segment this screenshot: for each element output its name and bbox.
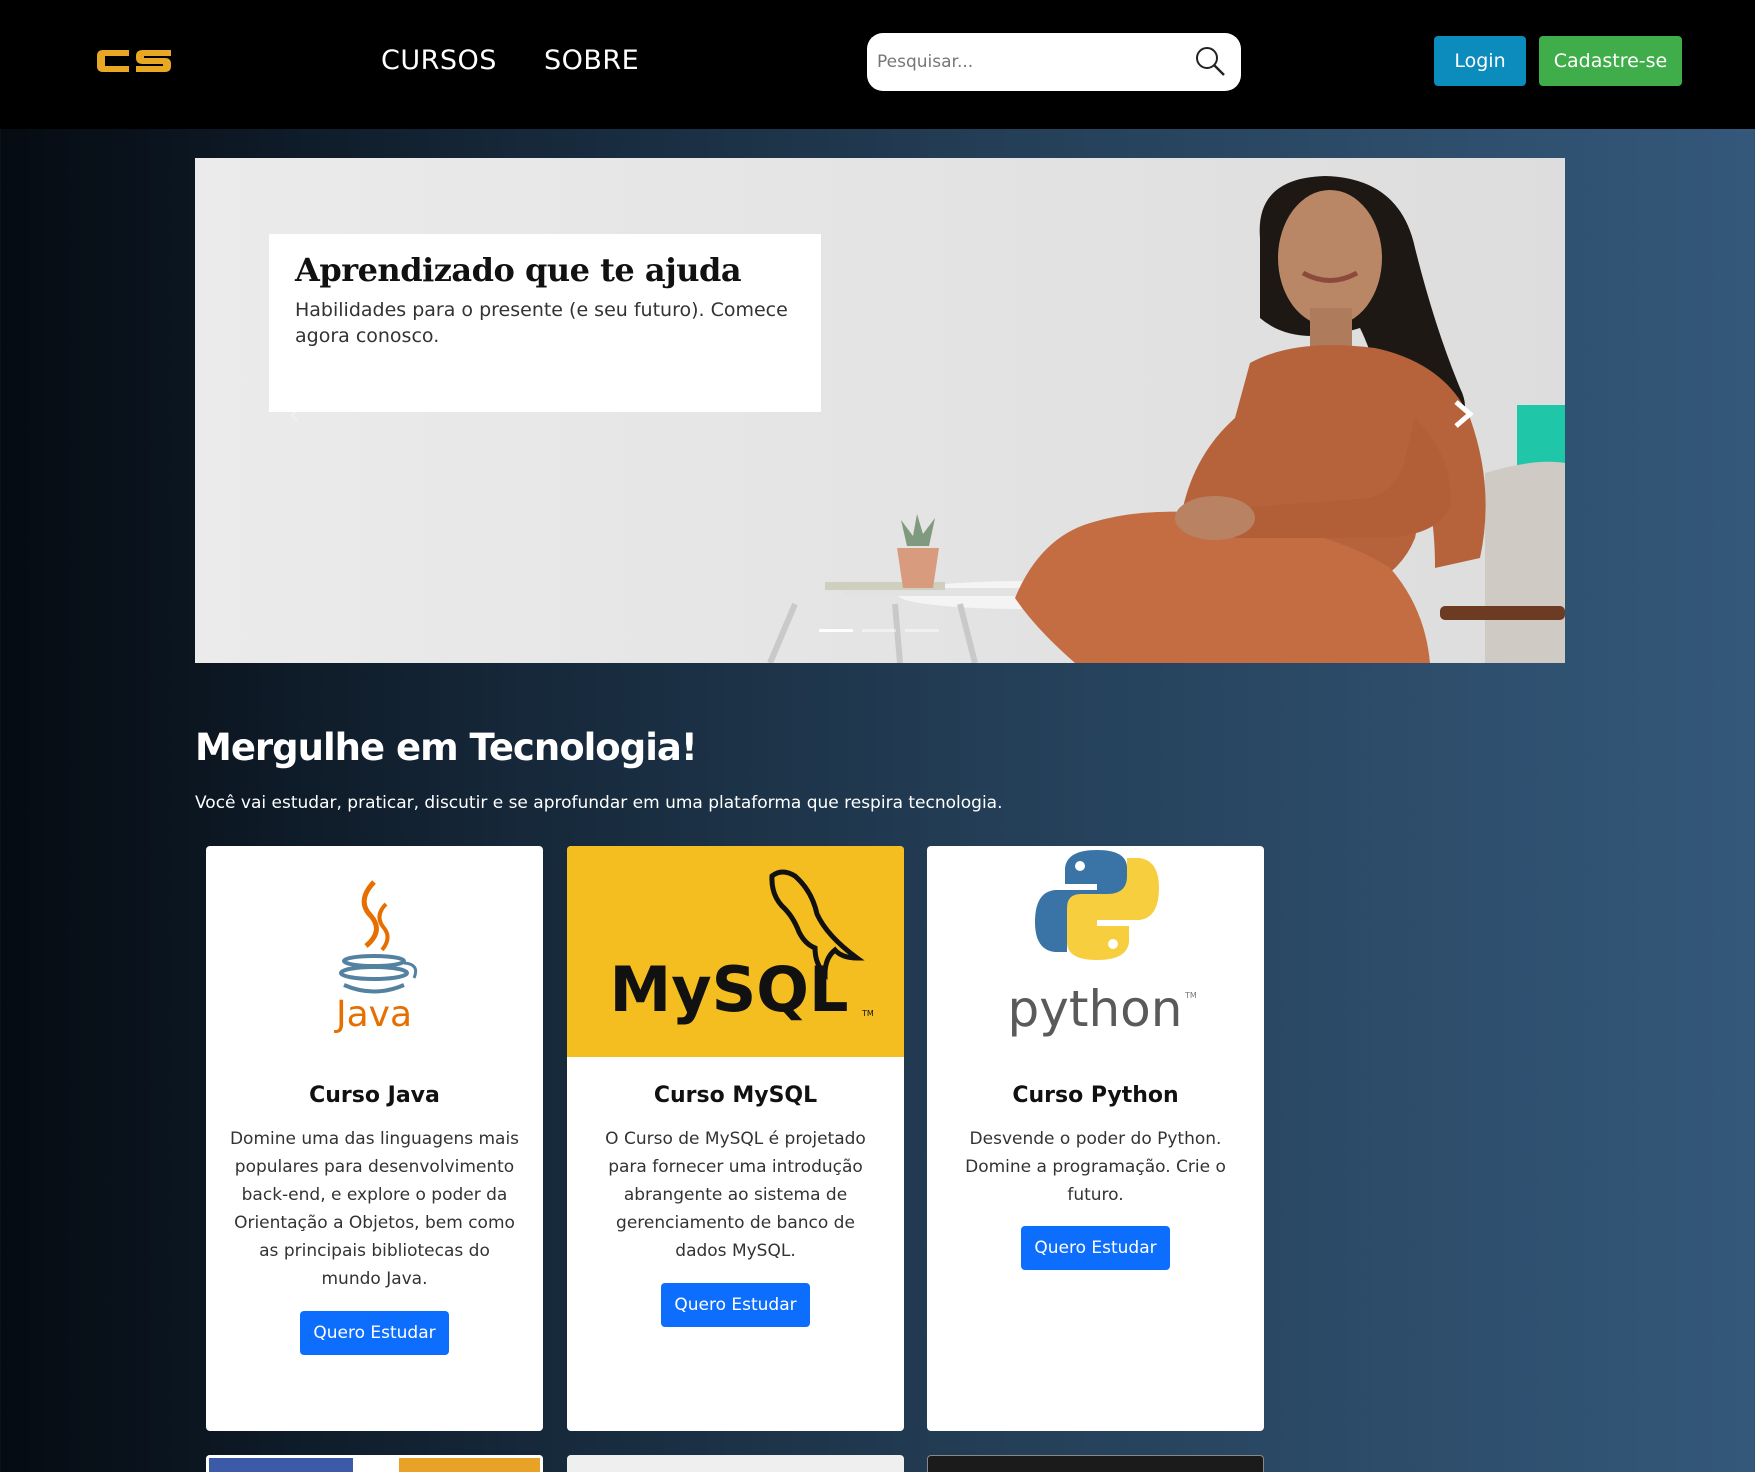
course-card-mysql: MySQL TM Curso MySQL O Curso de MySQL é … [567, 846, 904, 1431]
hero-caption: Aprendizado que te ajuda Habilidades par… [269, 234, 821, 412]
quero-estudar-button-mysql[interactable]: Quero Estudar [661, 1283, 810, 1327]
java-logo-icon: Java [206, 846, 543, 1057]
quero-estudar-button-python[interactable]: Quero Estudar [1021, 1226, 1170, 1270]
nav-link-sobre[interactable]: SOBRE [544, 45, 639, 76]
course-title-mysql: Curso MySQL [653, 1083, 818, 1108]
quero-estudar-button-java[interactable]: Quero Estudar [300, 1311, 449, 1355]
carousel-indicator-1[interactable] [819, 629, 853, 632]
course-card-peek-3[interactable] [927, 1455, 1264, 1472]
search-icon[interactable] [1194, 45, 1226, 82]
carousel-next-icon[interactable] [1448, 394, 1478, 434]
nav-link-cursos[interactable]: CURSOS [381, 45, 497, 76]
svg-text:python: python [1008, 980, 1183, 1038]
course-card-java: Java Curso Java Domine uma das linguagen… [206, 846, 543, 1431]
mysql-logo-icon: MySQL TM [567, 846, 904, 1057]
svg-text:TM: TM [861, 1009, 874, 1018]
course-card-python: python TM Curso Python Desvende o poder … [927, 846, 1264, 1431]
hero-carousel: Aprendizado que te ajuda Habilidades par… [195, 158, 1565, 663]
course-title-java: Curso Java [309, 1083, 440, 1108]
hero-caption-text: Habilidades para o presente (e seu futur… [295, 299, 788, 347]
carousel-indicators [819, 629, 939, 632]
course-card-peek-1[interactable] [206, 1455, 543, 1472]
section-subtitle: Você vai estudar, praticar, discutir e s… [195, 793, 1003, 813]
svg-text:Java: Java [334, 994, 412, 1035]
search-input[interactable] [877, 45, 1177, 79]
course-card-peek-2[interactable] [567, 1455, 904, 1472]
section-title: Mergulhe em Tecnologia! [195, 726, 698, 769]
navbar: CURSOS SOBRE Login Cadastre-se [0, 0, 1755, 129]
course-description-python: Desvende o poder do Python. Domine a pro… [965, 1129, 1226, 1205]
search-box [867, 33, 1241, 91]
cs-logo[interactable] [95, 44, 173, 83]
course-description-mysql: O Curso de MySQL é projetado para fornec… [605, 1129, 866, 1261]
carousel-indicator-3[interactable] [905, 629, 939, 632]
signup-button[interactable]: Cadastre-se [1539, 36, 1682, 86]
svg-text:TM: TM [1184, 991, 1197, 1000]
course-description-java: Domine uma das linguagens mais populares… [229, 1129, 520, 1289]
python-logo-icon: python TM [927, 846, 1264, 1057]
svg-text:MySQL: MySQL [610, 953, 849, 1026]
carousel-prev-icon[interactable]: ‹ [290, 398, 314, 429]
carousel-indicator-2[interactable] [862, 629, 896, 632]
login-button[interactable]: Login [1434, 36, 1526, 86]
course-title-python: Curso Python [1012, 1083, 1179, 1108]
hero-caption-title: Aprendizado que te ajuda [295, 251, 742, 289]
